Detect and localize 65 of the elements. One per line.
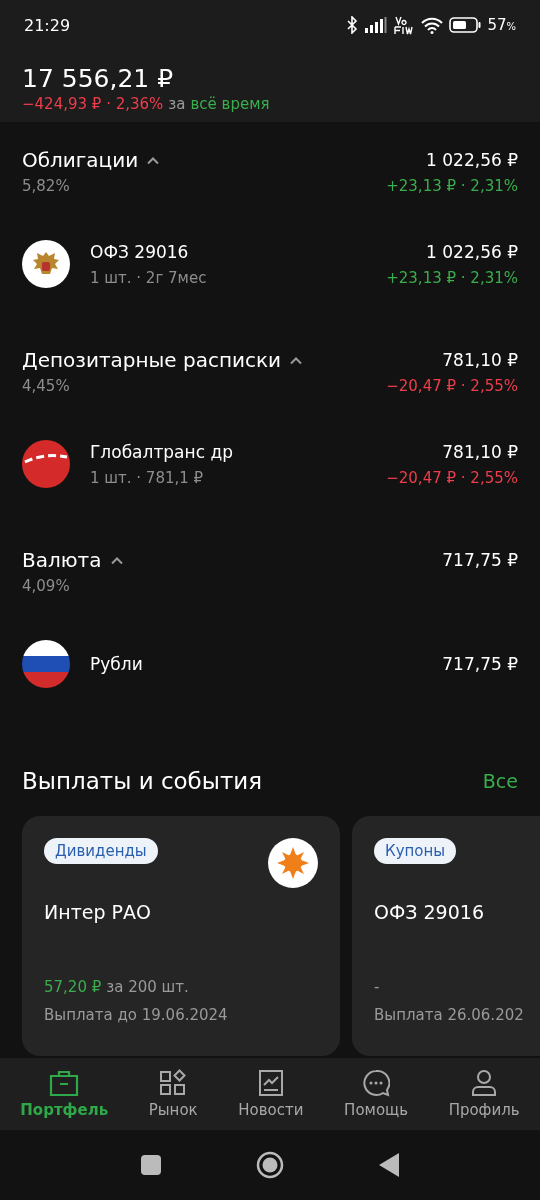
back-button[interactable]: [379, 1153, 399, 1177]
group-title[interactable]: Депозитарные расписки: [22, 346, 282, 374]
asset-value: 1 022,56 ₽: [426, 241, 518, 264]
home-button[interactable]: [256, 1151, 284, 1179]
signal-icon: [365, 17, 388, 33]
group-change: −20,47 ₽ · 2,55%: [386, 376, 518, 397]
battery-percent: 57%: [487, 16, 516, 34]
chevron-icon[interactable]: [109, 555, 124, 565]
asset-name[interactable]: Глобалтранс др: [90, 438, 367, 466]
event-company: ОФЗ 29016: [374, 900, 485, 925]
group-share: 4,09%: [22, 576, 71, 597]
nav-tab[interactable]: Рынок: [148, 1069, 198, 1119]
chevron-icon[interactable]: [146, 155, 161, 165]
group-total: 717,75 ₽: [442, 549, 518, 572]
payout-date: Выплата 26.06.202: [374, 1006, 525, 1024]
group-share: 4,45%: [22, 376, 71, 397]
event-card[interactable]: Дивиденды Интер РАО 57,20 ₽ за 200 шт. Выплата до 19.06.2024: [22, 816, 340, 1056]
chevron-icon[interactable]: [289, 355, 304, 365]
emblem-logo-icon: [22, 240, 70, 288]
nav-tab[interactable]: Новости: [238, 1069, 304, 1119]
group-total: 781,10 ₽: [442, 349, 518, 372]
change-label: за: [168, 94, 186, 114]
payout-amount: 57,20 ₽: [44, 977, 102, 998]
grid-icon: [159, 1069, 188, 1097]
battery-icon: [449, 17, 482, 33]
group-share: 5,82%: [22, 176, 71, 197]
stripe-logo-icon: [22, 440, 70, 488]
sun-logo-icon: [268, 838, 318, 888]
asset-detail: 1 шт. · 781,1 ₽: [90, 468, 205, 489]
asset-value: 717,75 ₽: [442, 653, 518, 676]
group-title[interactable]: Облигации: [22, 146, 139, 174]
briefcase-icon: [49, 1069, 80, 1097]
payout-quantity: за 200 шт.: [106, 977, 189, 998]
nav-tab[interactable]: Помощь: [344, 1069, 409, 1119]
event-tag: Дивиденды: [44, 838, 158, 864]
nav-tab[interactable]: Портфель: [20, 1069, 109, 1119]
asset-change: −20,47 ₽ · 2,55%: [386, 468, 518, 489]
profile-icon: [471, 1069, 498, 1097]
event-card[interactable]: Купоны ОФЗ 29016 - Выплата 26.06.202: [352, 816, 540, 1056]
nav-tab[interactable]: Профиль: [448, 1069, 520, 1119]
section-title: Выплаты и события: [22, 768, 263, 794]
bluetooth-icon: [345, 16, 360, 34]
group-change: +23,13 ₽ · 2,31%: [386, 176, 518, 197]
wifi-icon: [421, 16, 444, 34]
asset-detail: 1 шт. · 2г 7мес: [90, 268, 208, 289]
asset-name[interactable]: Рубли: [90, 650, 423, 678]
flag-icon: [22, 640, 70, 688]
status-time: 21:29: [24, 15, 71, 35]
all-link[interactable]: Все: [482, 770, 518, 792]
chart-document-icon: [257, 1069, 284, 1097]
vowifi-icon: [393, 15, 416, 35]
asset-value: 781,10 ₽: [442, 441, 518, 464]
payout-date: Выплата до 19.06.2024: [44, 1006, 229, 1024]
event-company: Интер РАО: [44, 900, 152, 925]
group-total: 1 022,56 ₽: [426, 149, 518, 172]
period-link[interactable]: всё время: [190, 94, 270, 114]
payout-amount: -: [374, 977, 380, 998]
portfolio-change: −424,93 ₽ · 2,36%: [22, 94, 164, 114]
recents-button[interactable]: [141, 1155, 161, 1175]
chat-bubble-icon: [362, 1069, 391, 1097]
asset-name[interactable]: ОФЗ 29016: [90, 238, 367, 266]
asset-change: +23,13 ₽ · 2,31%: [386, 268, 518, 289]
portfolio-total: 17 556,21 ₽: [22, 64, 175, 94]
event-tag: Купоны: [374, 838, 457, 864]
group-title[interactable]: Валюта: [22, 546, 102, 574]
